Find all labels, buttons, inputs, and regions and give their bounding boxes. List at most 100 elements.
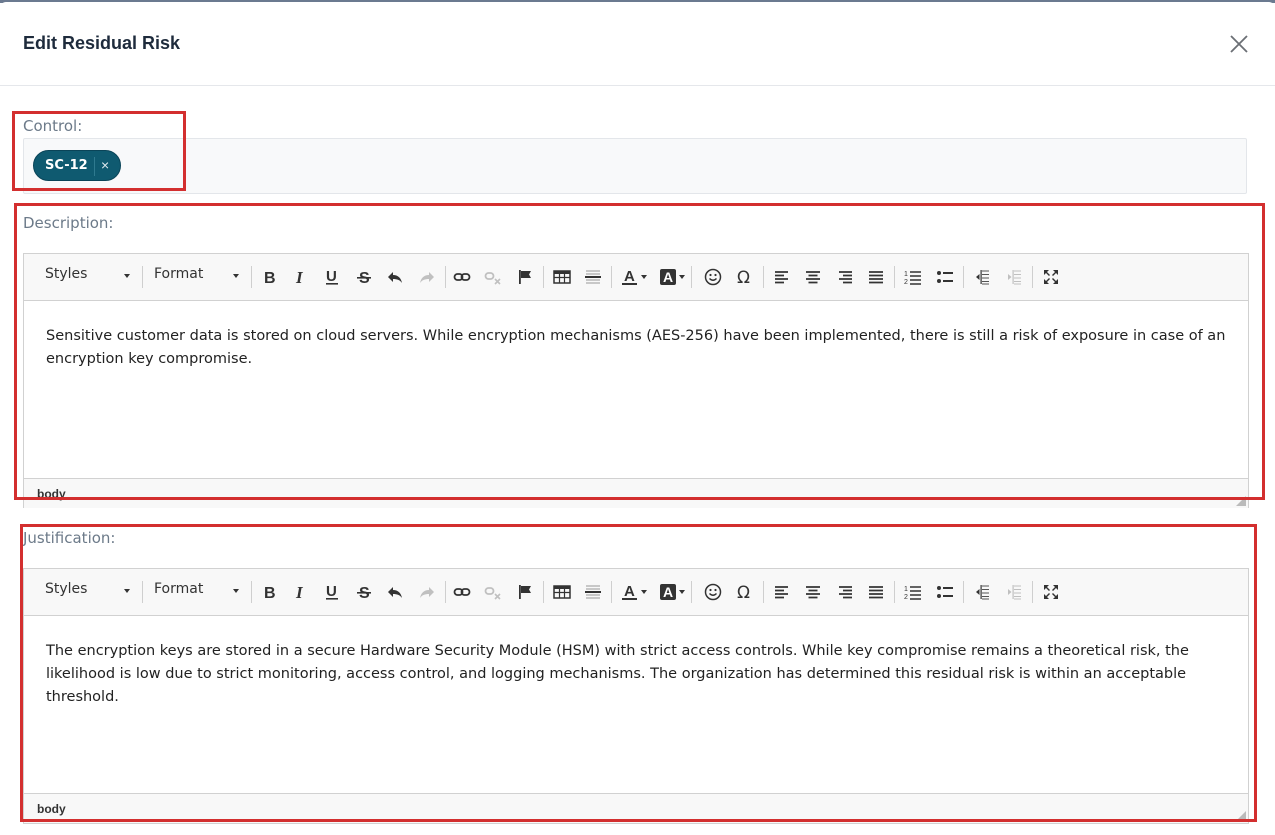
element-path[interactable]: body	[37, 487, 66, 501]
flag-icon	[519, 585, 531, 599]
align-justify-button[interactable]	[864, 265, 888, 289]
svg-text:1: 1	[904, 271, 908, 278]
chip-remove-icon[interactable]: ×	[101, 157, 109, 173]
description-status-bar: body	[24, 478, 1248, 508]
bullet-list-icon	[937, 271, 953, 283]
strikethrough-button[interactable]: S	[352, 265, 376, 289]
undo-icon	[388, 587, 402, 598]
edit-residual-risk-modal: Edit Residual Risk Control: SC-12 × Desc…	[0, 2, 1275, 835]
horizontal-line-icon	[585, 270, 601, 284]
text-color-button[interactable]: A	[618, 580, 647, 604]
redo-button[interactable]	[415, 580, 439, 604]
justification-status-bar: body	[24, 793, 1248, 823]
background-color-button[interactable]: A	[656, 265, 685, 289]
format-dropdown-label: Format	[154, 266, 204, 282]
italic-button[interactable]: I	[288, 265, 312, 289]
control-label: Control:	[23, 117, 83, 135]
anchor-button[interactable]	[513, 265, 537, 289]
table-button[interactable]	[550, 580, 574, 604]
align-justify-button[interactable]	[864, 580, 888, 604]
italic-button[interactable]: I	[288, 580, 312, 604]
text-color-icon: A	[622, 268, 637, 285]
fullscreen-button[interactable]	[1039, 580, 1063, 604]
emoticons-button[interactable]	[701, 265, 725, 289]
toolbar-separator	[691, 581, 692, 603]
numbered-list-button[interactable]: 12	[901, 580, 925, 604]
align-left-button[interactable]	[770, 265, 794, 289]
horizontal-line-button[interactable]	[581, 580, 605, 604]
fullscreen-button[interactable]	[1039, 265, 1063, 289]
align-left-button[interactable]	[770, 580, 794, 604]
unlink-button[interactable]	[481, 580, 505, 604]
special-character-button[interactable]: Ω	[733, 580, 757, 604]
horizontal-line-button[interactable]	[581, 265, 605, 289]
redo-button[interactable]	[415, 265, 439, 289]
toolbar-separator	[611, 581, 612, 603]
outdent-button[interactable]	[970, 265, 994, 289]
resize-handle-icon[interactable]	[1236, 811, 1246, 821]
undo-button[interactable]	[383, 265, 407, 289]
format-dropdown[interactable]: Format	[154, 581, 244, 603]
align-right-button[interactable]	[833, 580, 857, 604]
unlink-icon	[484, 587, 501, 600]
indent-icon	[1008, 585, 1021, 600]
svg-text:I: I	[295, 269, 304, 285]
strikethrough-button[interactable]: S	[352, 580, 376, 604]
indent-button[interactable]	[1002, 265, 1026, 289]
underline-icon: U	[326, 269, 338, 285]
styles-dropdown[interactable]: Styles	[45, 581, 135, 603]
styles-dropdown[interactable]: Styles	[45, 266, 135, 288]
link-button[interactable]	[450, 265, 474, 289]
justification-content[interactable]: The encryption keys are stored in a secu…	[24, 617, 1248, 793]
text-color-button[interactable]: A	[618, 265, 647, 289]
emoticons-button[interactable]	[701, 580, 725, 604]
align-center-button[interactable]	[801, 265, 825, 289]
svg-text:B: B	[264, 585, 276, 600]
background-color-button[interactable]: A	[656, 580, 685, 604]
control-select[interactable]: SC-12 ×	[23, 138, 1247, 194]
anchor-button[interactable]	[513, 580, 537, 604]
outdent-icon	[976, 270, 989, 285]
align-right-button[interactable]	[833, 265, 857, 289]
svg-text:2: 2	[904, 279, 908, 285]
chevron-down-icon	[124, 274, 130, 278]
background-color-icon: A	[660, 584, 676, 600]
chevron-down-icon	[679, 275, 685, 279]
text-color-icon: A	[622, 583, 637, 600]
italic-icon: I	[295, 269, 304, 285]
align-center-button[interactable]	[801, 580, 825, 604]
underline-button[interactable]: U	[320, 580, 344, 604]
svg-text:I: I	[295, 584, 304, 600]
chip-divider	[94, 157, 95, 176]
format-dropdown[interactable]: Format	[154, 266, 244, 288]
justification-editor: Styles Format B I U S A A Ω 1 2 The encr…	[23, 568, 1249, 824]
align-right-icon	[839, 586, 852, 599]
toolbar-separator	[611, 266, 612, 288]
toolbar-separator	[691, 266, 692, 288]
unlink-button[interactable]	[481, 265, 505, 289]
indent-button[interactable]	[1002, 580, 1026, 604]
resize-handle-icon[interactable]	[1236, 496, 1246, 506]
table-button[interactable]	[550, 265, 574, 289]
smiley-icon	[704, 268, 722, 286]
bullet-list-button[interactable]	[933, 265, 957, 289]
special-character-button[interactable]: Ω	[733, 265, 757, 289]
bold-button[interactable]: B	[257, 265, 281, 289]
underline-button[interactable]: U	[320, 265, 344, 289]
undo-button[interactable]	[383, 580, 407, 604]
svg-text:U: U	[326, 269, 337, 285]
numbered-list-button[interactable]: 12	[901, 265, 925, 289]
element-path[interactable]: body	[37, 802, 66, 816]
bold-button[interactable]: B	[257, 580, 281, 604]
bullet-list-button[interactable]	[933, 580, 957, 604]
toolbar-separator	[142, 581, 143, 603]
link-button[interactable]	[450, 580, 474, 604]
close-icon	[1230, 35, 1248, 53]
toolbar-separator	[963, 266, 964, 288]
close-button[interactable]	[1227, 32, 1251, 56]
description-content[interactable]: Sensitive customer data is stored on clo…	[24, 302, 1248, 478]
toolbar-separator	[894, 581, 895, 603]
toolbar-separator	[1032, 266, 1033, 288]
outdent-button[interactable]	[970, 580, 994, 604]
background-color-icon: A	[660, 269, 676, 285]
